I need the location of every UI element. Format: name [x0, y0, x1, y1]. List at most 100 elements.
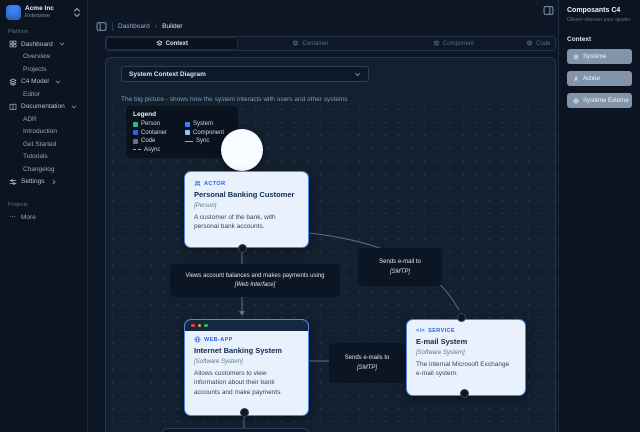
- breadcrumb-separator: ›: [155, 23, 157, 30]
- diagram-level-tabs: Context Container Component Code: [105, 36, 556, 51]
- node-description: A customer of the bank, with personal ba…: [194, 213, 299, 233]
- layers-icon: [526, 40, 533, 47]
- node-personal-banking-customer[interactable]: ACTOR Personal Banking Customer [Person]…: [184, 171, 309, 248]
- panel-right-toggle-icon[interactable]: [543, 5, 554, 16]
- arrowhead: [239, 311, 245, 316]
- panel-section-context: Context: [567, 36, 632, 43]
- tab-container[interactable]: Container: [237, 38, 385, 49]
- sidebar-item-label: Documentation: [21, 103, 65, 110]
- sidebar-item-editor[interactable]: Editor: [6, 88, 81, 101]
- sidebar-item-settings[interactable]: Settings: [6, 176, 81, 189]
- diagram-select[interactable]: System Context Diagram: [121, 66, 369, 82]
- chevrons-up-down-icon: [73, 7, 81, 18]
- brand-logo: [6, 5, 21, 20]
- ellipsis-icon: ⋯: [8, 213, 17, 221]
- app-window: Acme Inc Enterprise Platform Dashboard O…: [0, 0, 640, 432]
- connector-handle[interactable]: [457, 313, 466, 322]
- sidebar-item-label: Editor: [23, 91, 40, 98]
- sidebar-item-changelog[interactable]: Changelog: [6, 163, 81, 176]
- node-title: E-mail System: [416, 337, 516, 346]
- connector-handle[interactable]: [238, 244, 247, 253]
- tab-component[interactable]: Component: [384, 38, 523, 49]
- globe-icon: [194, 336, 201, 343]
- diagram-canvas[interactable]: System Context Diagram The big picture -…: [105, 57, 556, 432]
- sidebar-item-get-started[interactable]: Get Started: [6, 138, 81, 151]
- connector-handle[interactable]: [460, 389, 469, 398]
- panel-left-toggle-icon[interactable]: [96, 21, 107, 32]
- legend-item-system: System: [185, 121, 231, 127]
- palette-item-label: Système: [583, 54, 606, 60]
- sidebar-item-label: C4 Model: [21, 78, 49, 85]
- legend-item-code: Code: [133, 138, 179, 144]
- tab-code[interactable]: Code: [523, 38, 554, 49]
- tab-context[interactable]: Context: [107, 38, 237, 49]
- chevron-down-icon: [55, 79, 61, 85]
- sidebar-item-overview[interactable]: Overview: [6, 51, 81, 64]
- tab-label: Context: [166, 41, 188, 47]
- async-line-swatch: [133, 149, 141, 150]
- sidebar-item-adr[interactable]: ADR: [6, 113, 81, 126]
- legend-item-async: Async: [133, 147, 179, 153]
- chevron-down-icon: [354, 71, 361, 78]
- palette-item-label: Système Externe: [583, 98, 629, 104]
- diagram-select-value: System Context Diagram: [129, 71, 206, 78]
- sidebar-item-label: Settings: [21, 178, 45, 185]
- chevron-down-icon: [71, 104, 77, 110]
- connector-handle[interactable]: [240, 408, 249, 417]
- edge-label-webapp-email[interactable]: Sends e-mails to [SMTP]: [329, 343, 405, 383]
- system-swatch: [185, 122, 190, 127]
- node-description: The internal Microsoft Exchange e-mail s…: [416, 360, 516, 380]
- tab-label: Code: [536, 41, 550, 47]
- node-email-system[interactable]: </> SERVICE E-mail System [Software Syst…: [406, 319, 526, 396]
- palette-item-systeme[interactable]: Système: [567, 49, 632, 64]
- node-title: Personal Banking Customer: [194, 190, 299, 199]
- sidebar-item-tutorials[interactable]: Tutorials: [6, 151, 81, 164]
- layers-icon: [8, 78, 17, 86]
- component-swatch: [185, 130, 190, 135]
- palette-item-systeme-externe[interactable]: Système Externe: [567, 93, 632, 108]
- components-panel: Composants C4 Glisser-déposer pour ajout…: [558, 0, 640, 432]
- edge-label-tech: [SMTP]: [358, 269, 442, 275]
- sidebar-item-documentation[interactable]: Documentation: [6, 101, 81, 114]
- tab-label: Component: [443, 41, 474, 47]
- edge-label-actor-webapp[interactable]: Views account balances and makes payment…: [170, 264, 340, 297]
- palette-item-acteur[interactable]: Acteur: [567, 71, 632, 86]
- sidebar-section-platform: Platform: [8, 29, 81, 35]
- person-head-shape[interactable]: [221, 129, 263, 171]
- brand-name: Acme Inc: [25, 5, 54, 13]
- book-icon: [8, 103, 17, 111]
- browser-chrome-bar: [185, 320, 308, 331]
- sidebar-item-label: Get Started: [23, 141, 56, 148]
- breadcrumb-dashboard[interactable]: Dashboard: [118, 23, 150, 30]
- sliders-icon: [8, 178, 17, 186]
- legend-item-person: Person: [133, 121, 179, 127]
- diagram-subtitle: The big picture - shows how the system i…: [121, 96, 348, 103]
- node-kind-label: WEB-APP: [204, 337, 233, 343]
- edge-label-actor-email[interactable]: Sends e-mail to [SMTP]: [358, 248, 442, 286]
- panel-title: Composants C4: [567, 7, 632, 14]
- node-kind-label: ACTOR: [204, 181, 225, 187]
- topbar-divider: [112, 22, 113, 31]
- sidebar-item-label: Changelog: [23, 166, 54, 173]
- sidebar-item-introduction[interactable]: Introduction: [6, 126, 81, 139]
- node-title: Internet Banking System: [194, 346, 299, 355]
- person-swatch: [133, 122, 138, 127]
- sidebar: Acme Inc Enterprise Platform Dashboard O…: [0, 0, 88, 432]
- workspace-switcher[interactable]: Acme Inc Enterprise: [6, 5, 81, 20]
- node-type: [Software System]: [416, 350, 516, 356]
- node-partial-bottom[interactable]: [161, 428, 309, 432]
- layers-icon: [156, 40, 163, 47]
- node-internet-banking-system[interactable]: WEB-APP Internet Banking System [Softwar…: [184, 319, 309, 416]
- sidebar-item-dashboard[interactable]: Dashboard: [6, 38, 81, 51]
- sidebar-item-more[interactable]: ⋯ More: [6, 211, 81, 224]
- container-swatch: [133, 130, 138, 135]
- browser-dot-yellow: [198, 324, 202, 328]
- layers-icon: [433, 40, 440, 47]
- edge-label-text: Sends e-mail to: [358, 259, 442, 265]
- sidebar-item-label: Overview: [23, 53, 50, 60]
- edge-label-tech: [Web Interface]: [170, 282, 340, 288]
- person-icon: [573, 76, 579, 82]
- sidebar-item-label: Tutorials: [23, 153, 48, 160]
- sidebar-item-c4model[interactable]: C4 Model: [6, 76, 81, 89]
- sidebar-item-projects[interactable]: Projects: [6, 63, 81, 76]
